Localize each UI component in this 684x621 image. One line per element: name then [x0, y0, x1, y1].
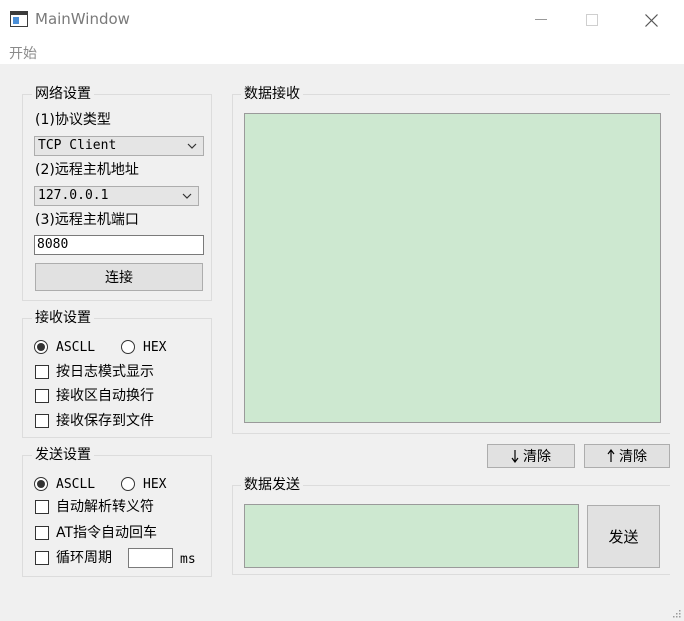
protocol-value: TCP Client [38, 138, 117, 153]
clear-send-button[interactable]: 清除 [584, 444, 670, 468]
chevron-down-icon [187, 143, 197, 149]
clear-send-label: 清除 [619, 449, 647, 465]
receive-ascii-label: ASCLL [56, 340, 96, 355]
size-grip-icon[interactable] [671, 608, 681, 618]
minimize-button[interactable] [518, 0, 564, 40]
clear-receive-button[interactable]: 清除 [487, 444, 575, 468]
protocol-combo[interactable]: TCP Client [34, 136, 204, 156]
receive-settings-title: 接收设置 [32, 310, 94, 326]
cycle-unit-label: ms [180, 552, 196, 567]
at-cr-checkbox[interactable] [35, 526, 49, 540]
maximize-button[interactable] [569, 0, 615, 40]
arrow-down-icon [511, 450, 519, 463]
receive-text-area[interactable] [244, 113, 661, 423]
host-label: (2)远程主机地址 [35, 162, 139, 178]
receive-hex-radio[interactable] [121, 340, 135, 354]
app-window-icon [10, 11, 28, 27]
auto-wrap-label: 接收区自动换行 [56, 388, 154, 404]
title-bar[interactable]: MainWindow [0, 0, 684, 40]
arrow-up-icon [607, 449, 615, 462]
port-input[interactable]: 8080 [34, 235, 204, 255]
send-ascii-label: ASCLL [56, 477, 96, 492]
menu-start[interactable]: 开始 [9, 43, 37, 63]
receive-hex-label: HEX [143, 340, 167, 355]
receive-data-title: 数据接收 [241, 86, 303, 102]
host-combo[interactable]: 127.0.0.1 [34, 186, 199, 206]
receive-ascii-radio[interactable] [34, 340, 48, 354]
auto-wrap-checkbox[interactable] [35, 389, 49, 403]
port-label: (3)远程主机端口 [35, 212, 139, 228]
send-hex-radio[interactable] [121, 477, 135, 491]
send-hex-label: HEX [143, 477, 167, 492]
send-data-title: 数据发送 [241, 477, 303, 493]
close-button[interactable] [628, 0, 674, 40]
cycle-checkbox[interactable] [35, 551, 49, 565]
at-cr-label: AT指令自动回车 [56, 525, 158, 541]
clear-receive-label: 清除 [523, 449, 551, 465]
save-file-label: 接收保存到文件 [56, 413, 154, 429]
close-icon [644, 13, 658, 27]
connect-button[interactable]: 连接 [35, 263, 203, 291]
host-value: 127.0.0.1 [38, 188, 109, 203]
maximize-icon [586, 14, 598, 26]
network-settings-title: 网络设置 [32, 86, 94, 102]
escape-checkbox[interactable] [35, 500, 49, 514]
chevron-down-icon [182, 193, 192, 199]
send-ascii-radio[interactable] [34, 477, 48, 491]
cycle-label: 循环周期 [56, 550, 112, 566]
send-text-area[interactable] [244, 504, 579, 568]
protocol-label: (1)协议类型 [35, 112, 111, 128]
escape-label: 自动解析转义符 [56, 499, 154, 515]
cycle-period-input[interactable] [128, 548, 173, 568]
send-button[interactable]: 发送 [587, 505, 660, 568]
window-title: MainWindow [35, 10, 130, 28]
minimize-icon [535, 19, 547, 20]
send-settings-title: 发送设置 [32, 447, 94, 463]
save-file-checkbox[interactable] [35, 414, 49, 428]
log-mode-label: 按日志模式显示 [56, 364, 154, 380]
log-mode-checkbox[interactable] [35, 365, 49, 379]
menu-bar: 开始 [0, 40, 684, 64]
